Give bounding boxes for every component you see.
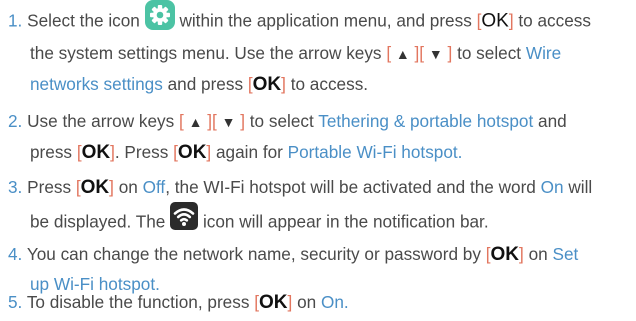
step-4-line-1: 4. You can change the network name, secu… [8, 238, 578, 270]
step-text: To disable the function, press [26, 292, 250, 312]
step-number: 4. [8, 244, 23, 264]
key-bracket: ] [240, 111, 245, 131]
arrow-down-icon: ▼ [428, 46, 443, 62]
step-text: within the application menu, and press [179, 10, 472, 31]
menu-option-link: Set [552, 244, 579, 264]
step-text: be displayed. The [30, 211, 166, 232]
ok-key: OK [481, 10, 509, 32]
step-text: Press [27, 177, 72, 197]
step-text: and press [167, 74, 244, 94]
step-text: to access [518, 10, 591, 31]
step-text: icon will appear in the notification bar… [202, 211, 489, 232]
step-text: press [30, 142, 73, 162]
arrow-up-icon: ▲ [395, 46, 410, 62]
step-text: and [538, 111, 567, 131]
step-2-line-1: 2. Use the arrow keys [ ▲ ][ ▼ ] to sele… [8, 105, 567, 137]
step-3-line-2: be displayed. The icon will appear in th… [30, 202, 489, 236]
step-1-line-1: 1. Select the icon within the applicatio… [8, 0, 591, 34]
menu-option-link: Tethering & portable hotspot [318, 111, 534, 131]
key-bracket: ] [519, 244, 524, 264]
step-text: Use the arrow keys [27, 111, 175, 131]
step-text: again for [215, 142, 283, 162]
step-1-line-2: the system settings menu. Use the arrow … [30, 37, 561, 69]
menu-option-link: On. [320, 292, 349, 312]
step-3-line-1: 3. Press [OK] on Off, the WI-Fi hotspot … [8, 171, 592, 203]
wifi-hotspot-icon [170, 202, 199, 240]
arrow-down-icon: ▼ [221, 114, 236, 130]
step-text: on [118, 177, 138, 197]
step-text: the system settings menu. Use the arrow … [30, 43, 382, 63]
step-text: on [297, 292, 317, 312]
step-number: 3. [8, 177, 23, 197]
step-number: 1. [8, 10, 23, 31]
ok-key: OK [259, 292, 288, 313]
step-number: 2. [8, 111, 23, 131]
menu-option-link: On [540, 177, 564, 197]
step-text: You can change the network name, securit… [26, 244, 481, 264]
key-bracket: [ [386, 43, 392, 63]
settings-gear-icon [144, 0, 175, 40]
ok-key: OK [80, 177, 110, 198]
ok-key: OK [490, 244, 520, 265]
step-number: 5. [8, 292, 23, 312]
menu-option-link: networks settings [30, 74, 163, 94]
step-text: will [568, 177, 593, 197]
step-text: to access. [290, 74, 369, 94]
step-text: to select [457, 43, 522, 63]
key-bracket: ] [287, 292, 293, 312]
key-bracket: ] [206, 142, 212, 162]
step-5-line-1: 5. To disable the function, press [OK] o… [8, 286, 349, 318]
key-bracket: ] [109, 177, 114, 197]
key-bracket: [ [179, 111, 184, 131]
step-text: , the WI-Fi hotspot will be activated an… [165, 177, 536, 197]
step-1-line-3: networks settings and press [OK] to acce… [30, 68, 368, 100]
menu-option-link: Off [142, 177, 166, 197]
step-text: to select [249, 111, 314, 131]
step-text: on [528, 244, 548, 264]
menu-option-link: Wire [525, 43, 562, 63]
key-bracket: ][ [414, 43, 425, 63]
ok-key: OK [252, 74, 282, 95]
key-bracket: ] [281, 74, 286, 94]
ok-key: OK [177, 142, 207, 163]
step-text: Select the icon [27, 10, 140, 31]
arrow-up-icon: ▲ [188, 114, 203, 130]
key-bracket: ] [447, 43, 453, 63]
step-text: . Press [114, 142, 169, 162]
key-bracket: ] [508, 10, 514, 31]
instruction-document: 1. Select the icon within the applicatio… [0, 0, 636, 321]
step-2-line-2: press [OK]. Press [OK] again for Portabl… [30, 136, 462, 168]
ok-key: OK [81, 142, 111, 163]
key-bracket: ][ [207, 111, 217, 131]
menu-option-link: Portable Wi-Fi hotspot. [287, 142, 463, 162]
